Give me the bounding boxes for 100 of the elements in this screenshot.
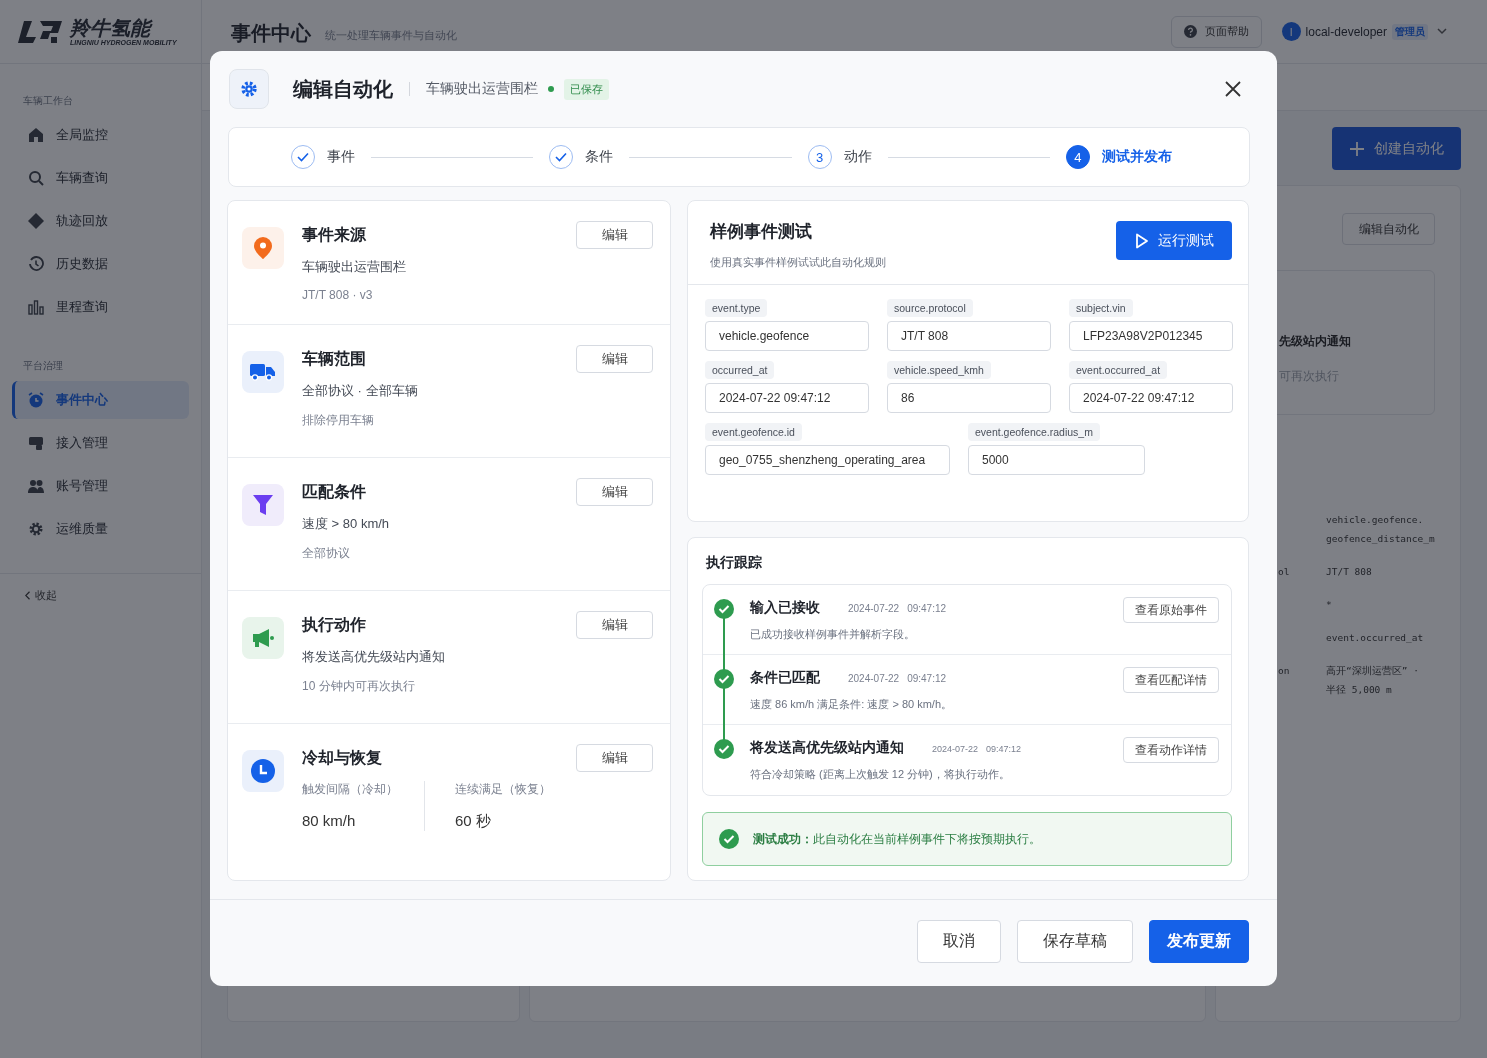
edit-button[interactable]: 编辑 — [576, 611, 653, 639]
bar-chart-icon — [28, 299, 44, 315]
section-detail: 车辆驶出运营围栏 — [302, 258, 407, 276]
settings-icon — [28, 521, 44, 537]
step[interactable]: 3 动作 — [807, 145, 872, 169]
nav-item[interactable]: 历史数据 — [12, 245, 189, 283]
field-label: on — [1278, 665, 1290, 676]
timestamp: 2024-07-22 — [932, 744, 979, 754]
publish-button[interactable]: 发布更新 — [1149, 920, 1249, 963]
funnel-icon — [242, 484, 284, 526]
nav-item[interactable]: 车辆查询 — [12, 159, 189, 197]
metric-value: 80 km/h — [302, 812, 357, 829]
location-pin-icon — [242, 227, 284, 269]
field-label: subject.vin — [1069, 299, 1133, 317]
nav-item[interactable]: 全局监控 — [12, 116, 189, 154]
users-icon — [28, 478, 44, 494]
section-title: 执行动作 — [302, 615, 367, 635]
close-button[interactable] — [1225, 81, 1241, 97]
field-value: event.occurred_at — [1326, 631, 1424, 645]
field-label: vehicle.speed_kmh — [887, 361, 991, 379]
trace-step-description: 速度 86 km/h 满足条件: 速度 > 80 km/h。 — [750, 697, 954, 712]
step-label: 事件 — [327, 148, 355, 166]
play-icon — [1134, 232, 1149, 249]
megaphone-icon — [242, 617, 284, 659]
input-field[interactable]: 2024-07-22 09:47:12 — [1069, 383, 1233, 413]
settings-icon — [229, 69, 269, 109]
trace-step-title: 将发送高优先级站内通知 — [750, 739, 904, 757]
section-detail: 全部协议 · 全部车辆 — [302, 382, 419, 400]
step-label: 动作 — [843, 148, 872, 166]
nav-item[interactable]: 轨迹回放 — [12, 202, 189, 240]
view-details-button[interactable]: 查看原始事件 — [1123, 597, 1219, 623]
home-icon — [28, 127, 44, 143]
step-label: 条件 — [585, 148, 614, 166]
footer-button[interactable]: 取消 — [917, 920, 1001, 963]
section-detail: 10 分钟内可再次执行 — [302, 678, 416, 695]
footer-button[interactable]: 保存草稿 — [1017, 920, 1133, 963]
field-label: event.geofence.id — [705, 423, 802, 441]
dialog-title: 编辑自动化 — [293, 76, 393, 102]
edit-button[interactable]: 编辑 — [576, 744, 653, 772]
nav-item[interactable]: 里程查询 — [12, 288, 189, 326]
brand-name: 羚牛氢能 — [70, 17, 177, 39]
monitor-icon — [28, 435, 44, 451]
section-detail: 全部协议 — [302, 545, 351, 562]
user-name: local-developer — [1305, 24, 1387, 39]
nav-section-label: 车辆工作台 — [22, 94, 74, 108]
step-number: 3 — [816, 149, 824, 165]
step[interactable]: 4 测试并发布 — [1066, 145, 1172, 169]
timestamp: 2024-07-22 — [848, 603, 900, 614]
field-label: ol — [1278, 566, 1290, 577]
check-icon — [297, 152, 309, 162]
section-title: 冷却与恢复 — [302, 748, 383, 768]
field-label: occurred_at — [705, 361, 775, 379]
field-value: * — [1326, 598, 1332, 612]
status-dot — [548, 86, 554, 92]
test-title: 样例事件测试 — [710, 221, 813, 243]
input-field[interactable]: 5000 — [968, 445, 1145, 475]
nav-item[interactable]: 接入管理 — [12, 424, 189, 462]
trace-title: 执行跟踪 — [706, 554, 763, 572]
trace-step-description: 已成功接收样例事件并解析字段。 — [750, 627, 916, 642]
step[interactable]: 事件 — [291, 145, 355, 169]
field-value: vehicle.geofence. geofence_distance_m — [1326, 513, 1435, 546]
edit-button[interactable]: 编辑 — [576, 478, 653, 506]
nav-item[interactable]: 账号管理 — [12, 467, 189, 505]
field-label: event.type — [705, 299, 768, 317]
clock-icon — [242, 750, 284, 792]
plus-icon — [1349, 141, 1364, 156]
view-details-button[interactable]: 查看匹配详情 — [1123, 667, 1219, 693]
nav-item[interactable]: 运维质量 — [12, 510, 189, 548]
input-field[interactable]: LFP23A98V2P012345 — [1069, 321, 1233, 351]
section-title: 事件来源 — [302, 225, 367, 245]
collapse-button[interactable]: 收起 — [25, 588, 57, 603]
input-field[interactable]: vehicle.geofence — [705, 321, 869, 351]
edit-button[interactable]: 编辑 — [576, 345, 653, 373]
input-field[interactable]: geo_0755_shenzheng_operating_area — [705, 445, 950, 475]
step-label: 测试并发布 — [1102, 148, 1172, 166]
section-detail: JT/T 808 · v3 — [302, 288, 374, 302]
edit-button[interactable]: 编辑 — [576, 221, 653, 249]
step-number: 4 — [1074, 149, 1082, 165]
trace-step-title: 输入已接收 — [750, 599, 820, 617]
help-button[interactable]: 页面帮助 — [1170, 15, 1262, 48]
role-badge: 管理员 — [1392, 23, 1428, 40]
input-field[interactable]: 2024-07-22 09:47:12 — [705, 383, 869, 413]
field-label: event.geofence.radius_m — [968, 423, 1100, 441]
input-field[interactable]: JT/T 808 — [887, 321, 1051, 351]
input-field[interactable]: 86 — [887, 383, 1051, 413]
section-title: 车辆范围 — [302, 349, 367, 369]
run-test-button[interactable]: 运行测试 — [1116, 221, 1232, 260]
metric-value: 60 秒 — [455, 812, 492, 831]
field-label: source.protocol — [887, 299, 973, 317]
check-icon — [555, 152, 568, 162]
step[interactable]: 条件 — [549, 145, 614, 169]
section-detail: 排除停用车辆 — [302, 412, 375, 429]
timestamp: 09:47:12 — [986, 744, 1022, 754]
page-title: 事件中心 — [231, 21, 311, 46]
help-icon — [1183, 25, 1197, 38]
view-details-button[interactable]: 查看动作详情 — [1123, 737, 1219, 763]
edit-automation-button[interactable]: 编辑自动化 — [1342, 213, 1435, 245]
timestamp: 09:47:12 — [907, 673, 947, 684]
chevron-down-icon[interactable] — [1437, 28, 1447, 35]
section-title: 匹配条件 — [302, 482, 367, 502]
